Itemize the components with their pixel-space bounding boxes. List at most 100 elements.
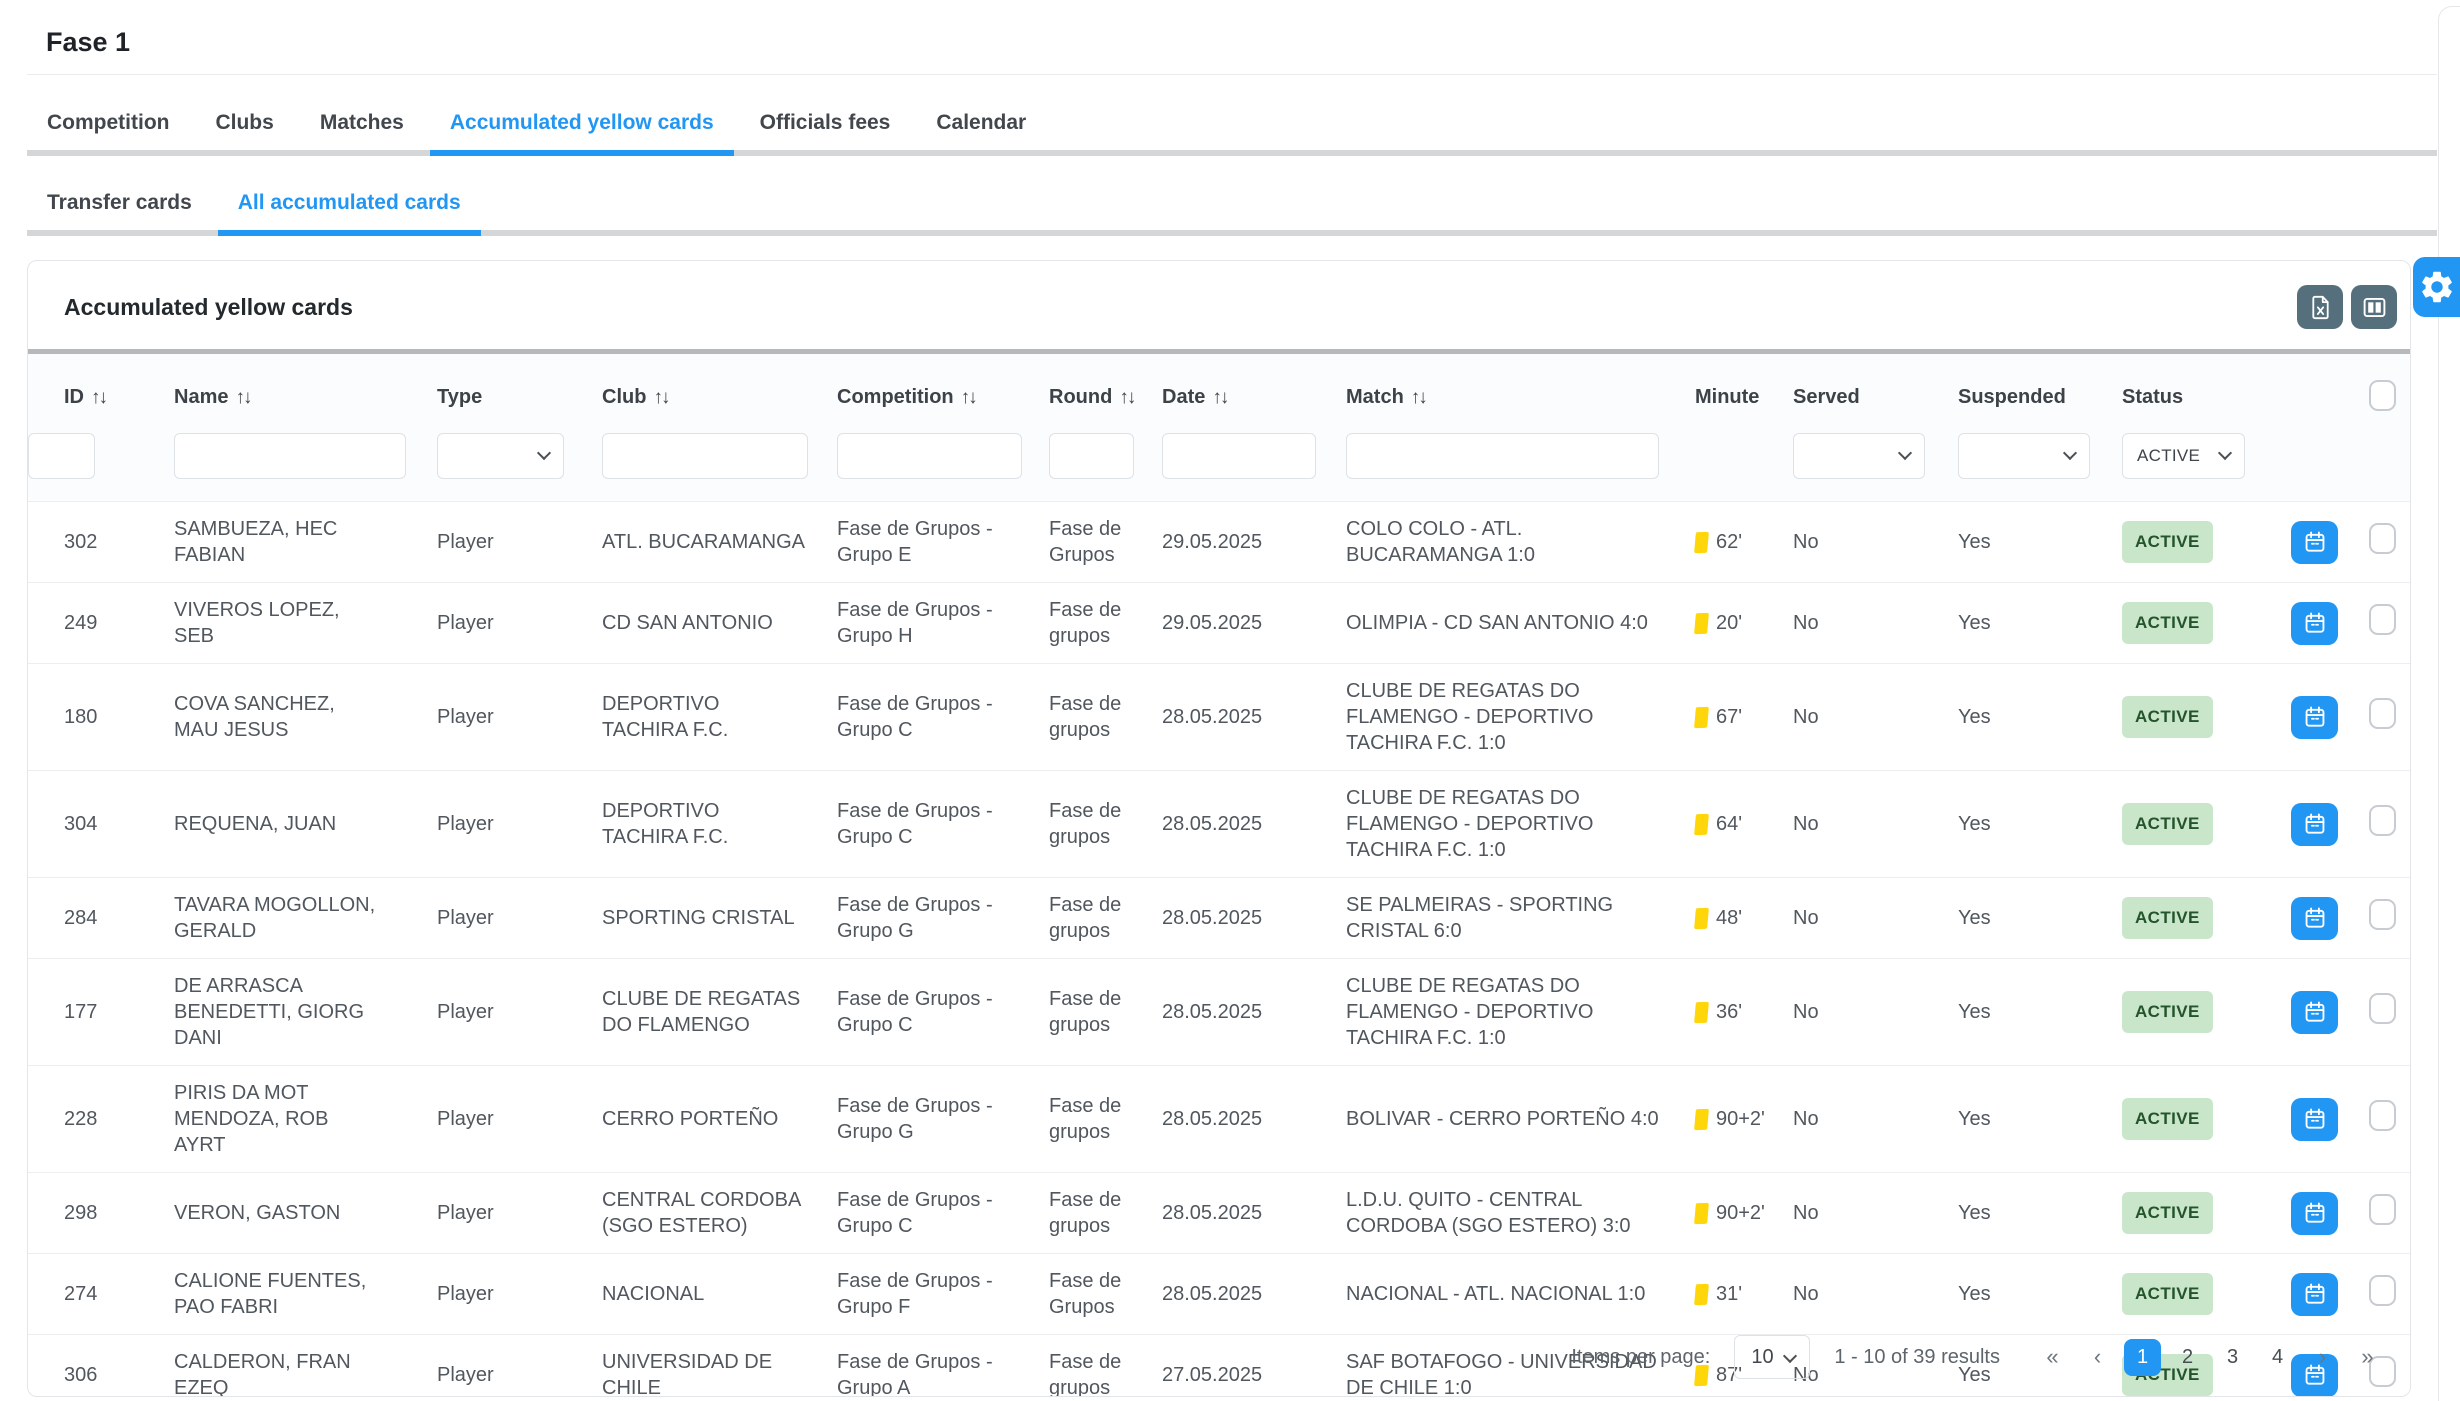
sort-icon[interactable]: ↑↓: [1212, 387, 1227, 408]
card-calendar-button[interactable]: [2291, 696, 2338, 739]
row-checkbox[interactable]: [2369, 523, 2396, 554]
filter-cell-suspended: [1958, 421, 2122, 502]
cell-actions: [2291, 771, 2369, 878]
column-header-match[interactable]: Match ↑↓: [1346, 354, 1695, 421]
last-page-button[interactable]: »: [2349, 1339, 2386, 1376]
export-excel-button[interactable]: [2297, 285, 2343, 329]
settings-fab-button[interactable]: [2413, 257, 2460, 317]
filter-served-select[interactable]: [1793, 433, 1925, 479]
sort-icon[interactable]: ↑↓: [91, 387, 106, 408]
filter-competition-input[interactable]: [837, 433, 1022, 479]
row-checkbox[interactable]: [2369, 993, 2396, 1024]
sort-icon[interactable]: ↑↓: [1411, 387, 1426, 408]
row-checkbox[interactable]: [2369, 1275, 2396, 1306]
page-button-3[interactable]: 3: [2214, 1339, 2251, 1376]
filter-club-input[interactable]: [602, 433, 808, 479]
select-all-checkbox[interactable]: [2369, 380, 2396, 411]
column-header-competition[interactable]: Competition↑↓: [837, 354, 1049, 421]
tab-clubs[interactable]: Clubs: [195, 96, 293, 150]
filter-cell-date: [1162, 421, 1346, 502]
filter-name-input[interactable]: [174, 433, 406, 479]
page-button-4[interactable]: 4: [2259, 1339, 2296, 1376]
card-calendar-button[interactable]: [2291, 1273, 2338, 1316]
first-page-button[interactable]: «: [2034, 1339, 2071, 1376]
cell-actions: [2291, 959, 2369, 1066]
tab-accumulated-yellow-cards[interactable]: Accumulated yellow cards: [430, 96, 734, 150]
filter-type-select[interactable]: [437, 433, 564, 479]
cell-id: 302: [28, 502, 174, 583]
card-calendar-button[interactable]: [2291, 1098, 2338, 1141]
card-calendar-button[interactable]: [2291, 521, 2338, 564]
page-button-1[interactable]: 1: [2124, 1339, 2161, 1376]
cell-club: CERRO PORTEÑO: [602, 1066, 837, 1173]
column-header-id[interactable]: ID ↑↓: [28, 354, 174, 421]
card-calendar-button[interactable]: [2291, 602, 2338, 645]
column-header-club[interactable]: Club↑↓: [602, 354, 837, 421]
cell-select: [2369, 1173, 2411, 1254]
cell-club: CENTRAL CORDOBA (SGO ESTERO): [602, 1173, 837, 1254]
filter-cell-match: [1346, 421, 1695, 502]
cell-type: Player: [437, 878, 602, 959]
card-calendar-button[interactable]: [2291, 1192, 2338, 1235]
row-checkbox[interactable]: [2369, 604, 2396, 635]
cell-id: 228: [28, 1066, 174, 1173]
column-header-round[interactable]: Round↑↓: [1049, 354, 1162, 421]
column-header-minute: Minute: [1695, 354, 1793, 421]
subtab-all-accumulated-cards[interactable]: All accumulated cards: [218, 176, 481, 230]
sort-icon[interactable]: ↑↓: [1119, 387, 1134, 408]
card-calendar-button[interactable]: [2291, 897, 2338, 940]
filter-cell-competition: [837, 421, 1049, 502]
filter-round-input[interactable]: [1049, 433, 1134, 479]
column-label: Match: [1346, 386, 1404, 408]
filter-date-input[interactable]: [1162, 433, 1316, 479]
row-checkbox[interactable]: [2369, 805, 2396, 836]
cell-type: Player: [437, 959, 602, 1066]
filter-status-select[interactable]: ACTIVE: [2122, 433, 2245, 479]
file-excel-icon: [2307, 294, 2334, 321]
sort-icon[interactable]: ↑↓: [653, 387, 668, 408]
cell-round: Fase de Grupos: [1049, 502, 1162, 583]
cell-competition: Fase de Grupos - Grupo G: [837, 878, 1049, 959]
columns-icon: [2361, 294, 2388, 321]
cell-suspended: Yes: [1958, 583, 2122, 664]
cell-type: Player: [437, 1173, 602, 1254]
card-calendar-button[interactable]: [2291, 803, 2338, 846]
sort-icon[interactable]: ↑↓: [235, 387, 250, 408]
column-header-name[interactable]: Name↑↓: [174, 354, 437, 421]
column-label: Suspended: [1958, 386, 2066, 408]
tab-calendar[interactable]: Calendar: [916, 96, 1046, 150]
row-checkbox[interactable]: [2369, 698, 2396, 729]
tab-competition[interactable]: Competition: [27, 96, 189, 150]
filter-suspended-select[interactable]: [1958, 433, 2090, 479]
sort-icon[interactable]: ↑↓: [961, 387, 976, 408]
column-label: Minute: [1695, 386, 1759, 408]
row-checkbox[interactable]: [2369, 1100, 2396, 1131]
cell-status: ACTIVE: [2122, 878, 2291, 959]
subtab-transfer-cards[interactable]: Transfer cards: [27, 176, 212, 230]
tab-matches[interactable]: Matches: [300, 96, 424, 150]
cell-served: No: [1793, 771, 1958, 878]
cell-served: No: [1793, 502, 1958, 583]
status-badge: ACTIVE: [2122, 1273, 2213, 1315]
filter-match-input[interactable]: [1346, 433, 1659, 479]
page-button-2[interactable]: 2: [2169, 1339, 2206, 1376]
column-chooser-button[interactable]: [2351, 285, 2397, 329]
cell-club: SPORTING CRISTAL: [602, 878, 837, 959]
previous-page-button[interactable]: ‹: [2079, 1339, 2116, 1376]
cell-name: REQUENA, JUAN: [174, 771, 437, 878]
row-checkbox[interactable]: [2369, 899, 2396, 930]
card-calendar-button[interactable]: [2291, 991, 2338, 1034]
cell-type: Player: [437, 664, 602, 771]
column-header-date[interactable]: Date↑↓: [1162, 354, 1346, 421]
cell-round: Fase de grupos: [1049, 878, 1162, 959]
next-page-button[interactable]: ›: [2304, 1339, 2341, 1376]
tab-officials-fees[interactable]: Officials fees: [740, 96, 911, 150]
column-label: ID: [64, 386, 84, 408]
cell-match: L.D.U. QUITO - CENTRAL CORDOBA (SGO ESTE…: [1346, 1173, 1695, 1254]
filter-id-input[interactable]: [28, 433, 95, 479]
grid-pager: Items per page: 10 1 - 10 of 39 results …: [28, 1318, 2410, 1396]
title-divider: [27, 74, 2437, 75]
row-checkbox[interactable]: [2369, 1194, 2396, 1225]
items-per-page-select[interactable]: 10: [1734, 1335, 1810, 1379]
pager-results-text: 1 - 10 of 39 results: [1834, 1346, 2000, 1369]
